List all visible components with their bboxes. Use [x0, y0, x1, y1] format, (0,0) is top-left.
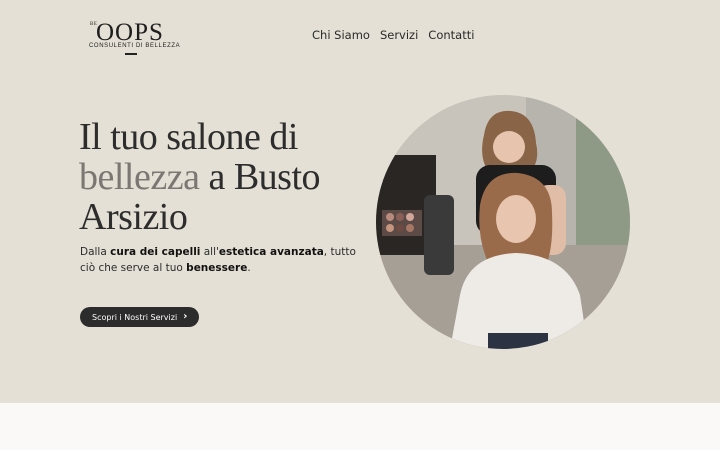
brand-logo[interactable]: BE OOPS CONSULENTI DI BELLEZZA: [88, 19, 181, 58]
nav-servizi[interactable]: Servizi: [380, 28, 418, 42]
desc-text: all': [200, 246, 219, 258]
chevron-right-icon: ›: [183, 311, 188, 322]
logo-tagline: CONSULENTI DI BELLEZZA: [89, 43, 181, 49]
desc-text: Dalla: [80, 246, 111, 258]
desc-bold-wellness: benessere: [186, 261, 248, 274]
discover-services-button[interactable]: Scopri i Nostri Servizi ›: [80, 307, 200, 327]
salon-photo: [376, 95, 630, 349]
cta-label: Scopri i Nostri Servizi: [92, 312, 178, 322]
desc-bold-aesthetics: estetica avanzata: [218, 246, 324, 258]
nav-contatti[interactable]: Contatti: [428, 28, 474, 42]
nav-chi-siamo[interactable]: Chi Siamo: [312, 28, 370, 42]
main-nav: Chi Siamo Servizi Contatti: [312, 28, 474, 42]
headline-part3: Arsizio: [79, 196, 188, 238]
desc-text: .: [247, 261, 251, 274]
logo-mark: [125, 53, 137, 55]
headline-part1: Il tuo salone di: [79, 116, 298, 158]
headline-highlight: bellezza: [79, 156, 200, 198]
desc-bold-hair: cura dei capelli: [110, 246, 201, 258]
hero-description: Dalla cura dei capelli all'estetica avan…: [80, 245, 360, 276]
salon-photo-illustration: [376, 95, 630, 349]
next-section: [0, 403, 720, 450]
hero-headline: Il tuo salone di bellezza a Busto Arsizi…: [79, 117, 369, 237]
headline-part2: a Busto: [199, 156, 321, 198]
